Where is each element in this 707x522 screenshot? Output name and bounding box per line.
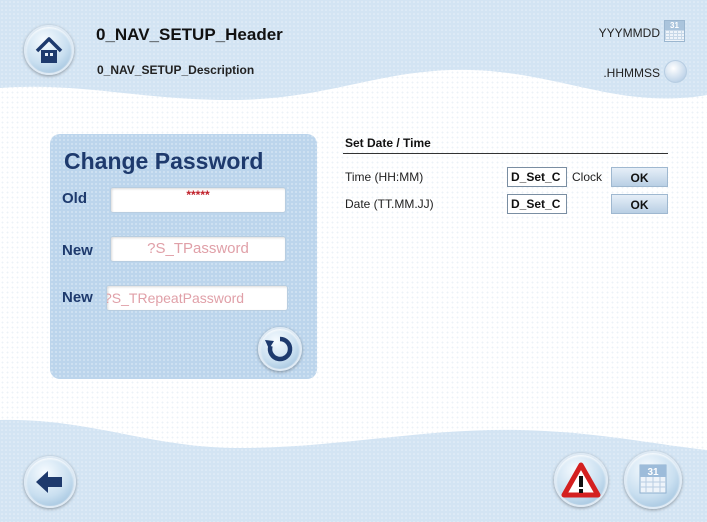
back-button[interactable] — [24, 456, 76, 508]
repeat-password-label: New — [62, 289, 93, 306]
date-input[interactable]: D_Set_C — [507, 194, 567, 214]
page-description: 0_NAV_SETUP_Description — [97, 63, 255, 77]
repeat-password-field[interactable]: ?S_TRepeatPassword — [106, 285, 288, 311]
footer-calendar-day: 31 — [647, 467, 659, 478]
change-password-panel: Change Password Old ***** New ?S_TPasswo… — [50, 134, 317, 379]
time-ok-button[interactable]: OK — [611, 167, 668, 187]
datetime-section-title: Set Date / Time — [345, 136, 431, 150]
time-input[interactable]: D_Set_C — [507, 167, 567, 187]
reset-password-button[interactable] — [258, 327, 302, 371]
new-password-field[interactable]: ?S_TPassword — [110, 236, 286, 262]
repeat-password-placeholder: ?S_TRepeatPassword — [106, 290, 245, 306]
refresh-icon — [265, 336, 293, 362]
header-wave — [0, 0, 707, 100]
home-icon — [35, 37, 63, 63]
date-display: YYYMMDD — [598, 26, 660, 40]
calendar-button[interactable]: 31 — [624, 451, 682, 509]
clock-icon — [664, 60, 687, 83]
calendar-day: 31 — [665, 21, 684, 30]
section-divider — [343, 153, 668, 154]
date-label: Date (TT.MM.JJ) — [345, 197, 434, 211]
panel-title: Change Password — [64, 148, 264, 174]
back-arrow-icon — [36, 471, 62, 493]
calendar-icon: 31 — [639, 464, 667, 494]
date-ok-button[interactable]: OK — [611, 194, 668, 214]
setup-screen: 0_NAV_SETUP_Header 0_NAV_SETUP_Descripti… — [0, 0, 707, 522]
old-password-value: ***** — [186, 188, 210, 202]
clock-label: Clock — [572, 170, 603, 184]
warning-button[interactable] — [554, 453, 608, 507]
home-button[interactable] — [24, 25, 74, 75]
time-label: Time (HH:MM) — [345, 170, 424, 184]
page-title: 0_NAV_SETUP_Header — [96, 25, 283, 44]
time-display: .HHMMSS — [603, 66, 660, 80]
calendar-icon: 31 — [664, 20, 685, 42]
new-password-label: New — [62, 242, 93, 259]
old-password-label: Old — [62, 190, 87, 207]
new-password-placeholder: ?S_TPassword — [147, 240, 249, 257]
warning-icon — [561, 462, 601, 498]
old-password-field[interactable]: ***** — [110, 187, 286, 213]
